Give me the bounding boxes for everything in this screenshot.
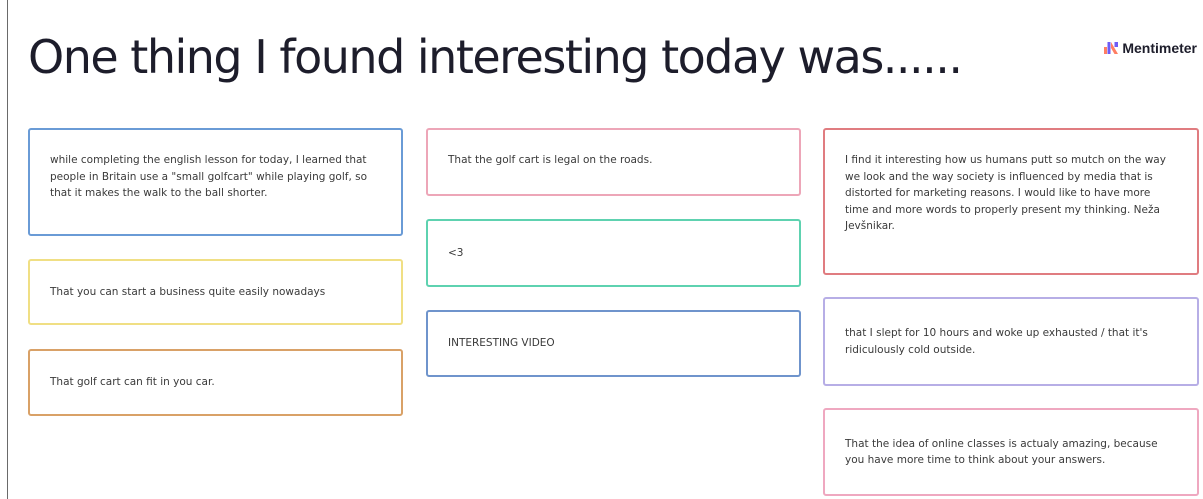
response-card: That the idea of online classes is actua… [823, 408, 1199, 496]
page-title: One thing I found interesting today was.… [28, 30, 963, 84]
response-text: That you can start a business quite easi… [50, 285, 326, 298]
response-card: that I slept for 10 hours and woke up ex… [823, 297, 1199, 386]
brand: Mentimeter [1104, 40, 1197, 56]
response-text: I find it interesting how us humans putt… [845, 154, 1166, 232]
brand-name: Mentimeter [1122, 40, 1197, 56]
response-text: That the idea of online classes is actua… [845, 437, 1158, 467]
response-card: I find it interesting how us humans putt… [823, 128, 1199, 275]
left-divider [7, 0, 8, 499]
response-card: INTERESTING VIDEO [426, 310, 801, 377]
response-text: That the golf cart is legal on the roads… [448, 154, 653, 166]
response-text: while completing the english lesson for … [50, 154, 368, 199]
response-text: <3 [448, 246, 464, 259]
response-card: <3 [426, 219, 801, 287]
response-text: INTERESTING VIDEO [448, 337, 555, 350]
response-card: That the golf cart is legal on the roads… [426, 128, 801, 196]
response-text: that I slept for 10 hours and woke up ex… [845, 327, 1148, 356]
response-card: That golf cart can fit in you car. [28, 349, 403, 416]
response-card: while completing the english lesson for … [28, 128, 403, 236]
mentimeter-logo-icon [1104, 42, 1119, 54]
response-card: That you can start a business quite easi… [28, 259, 403, 325]
response-text: That golf cart can fit in you car. [50, 376, 215, 389]
